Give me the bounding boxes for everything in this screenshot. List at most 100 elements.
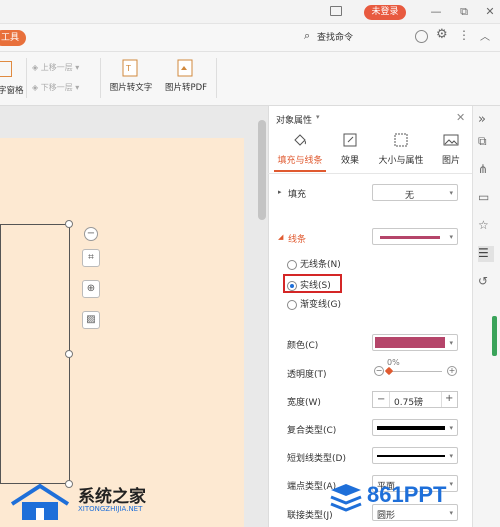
selected-image-frame[interactable] bbox=[0, 224, 70, 484]
transparency-slider[interactable] bbox=[386, 371, 442, 372]
crop-icon[interactable]: ⌗ bbox=[82, 249, 100, 267]
radio-icon bbox=[287, 259, 297, 270]
panel-close-icon[interactable]: ✕ bbox=[456, 111, 465, 124]
gear-icon[interactable]: ⚙ bbox=[436, 27, 448, 42]
width-label: 宽度(W) bbox=[287, 398, 321, 408]
minus-icon[interactable]: − bbox=[377, 394, 385, 405]
dropdown-arrow-icon: ▾ bbox=[449, 339, 453, 347]
properties-icon[interactable]: ☰ bbox=[478, 246, 494, 262]
radio-no-line[interactable]: 无线条(N) bbox=[287, 257, 341, 270]
radio-gradient-line[interactable]: 渐变线(G) bbox=[287, 297, 341, 310]
login-button[interactable]: 未登录 bbox=[364, 5, 406, 20]
history-icon[interactable]: ↺ bbox=[478, 274, 494, 290]
house-logo-icon bbox=[10, 483, 70, 520]
tab-effects[interactable]: 效果 bbox=[336, 132, 364, 166]
menu-bar: 工具 ⌕ 查找命令 ⚙ ⋮ ︿ bbox=[0, 24, 500, 52]
image-style-icon[interactable]: ▨ bbox=[82, 311, 100, 329]
restore-button[interactable]: ⧉ bbox=[456, 4, 472, 20]
panel-title: 对象属性 bbox=[276, 116, 313, 126]
title-bar: 未登录 — ⧉ ✕ bbox=[0, 0, 500, 24]
zoom-icon[interactable]: ⊕ bbox=[82, 280, 100, 298]
layers-logo-icon bbox=[330, 484, 362, 512]
compound-type-label: 复合类型(C) bbox=[287, 426, 337, 436]
dash-type-label: 短划线类型(D) bbox=[287, 454, 346, 464]
tab-size-and-properties[interactable]: 大小与属性 bbox=[373, 132, 429, 166]
box-icon[interactable]: ▭ bbox=[478, 190, 494, 206]
image-to-pdf-icon bbox=[177, 59, 193, 77]
width-stepper[interactable]: − 0.75磅 + bbox=[372, 391, 458, 408]
chevron-up-icon[interactable]: ︿ bbox=[480, 28, 490, 43]
color-label: 颜色(C) bbox=[287, 341, 319, 351]
compound-preview bbox=[377, 426, 445, 430]
tab-tools[interactable]: 工具 bbox=[0, 30, 26, 46]
copy-icon[interactable]: ⧉ bbox=[478, 134, 494, 150]
resize-handle-top-right[interactable] bbox=[65, 220, 73, 228]
tab-fill-and-line[interactable]: 填充与线条 bbox=[274, 132, 326, 166]
dropdown-arrow-icon: ▾ bbox=[449, 424, 453, 432]
picture-icon bbox=[443, 134, 459, 146]
layer-down-icon: ◈ bbox=[32, 83, 41, 92]
paint-bucket-icon bbox=[294, 134, 306, 146]
toolbar-divider bbox=[100, 58, 101, 98]
fill-label[interactable]: 填充 bbox=[288, 187, 306, 200]
share-icon[interactable]: ⋔ bbox=[478, 162, 494, 178]
toolbar-divider bbox=[216, 58, 217, 98]
line-style-select[interactable]: ▾ bbox=[372, 228, 458, 245]
dropdown-arrow-icon: ▾ bbox=[449, 189, 453, 197]
radio-icon bbox=[287, 299, 297, 310]
watermark-861ppt: 861PPT bbox=[367, 482, 447, 507]
size-icon bbox=[394, 133, 408, 147]
watermark-logo-right: 861PPT bbox=[325, 476, 500, 516]
dropdown-arrow-icon: ▾ bbox=[449, 452, 453, 460]
image-to-text-icon: T bbox=[122, 59, 138, 77]
tab-picture[interactable]: 图片 bbox=[438, 132, 464, 166]
image-to-pdf-button[interactable]: 图片转PDF bbox=[161, 58, 211, 93]
selection-pane-icon bbox=[0, 61, 12, 77]
width-value[interactable]: 0.75磅 bbox=[394, 395, 423, 408]
selection-pane-label[interactable]: 字窗格 bbox=[0, 84, 24, 96]
color-swatch bbox=[375, 337, 445, 348]
expand-arrow-icon[interactable]: ▸ bbox=[278, 188, 282, 196]
strip-scroll-indicator[interactable] bbox=[492, 316, 497, 356]
toolbar-divider bbox=[26, 58, 27, 98]
active-tab-indicator bbox=[274, 170, 326, 172]
move-down-button[interactable]: ◈ 下移一层 ▾ bbox=[32, 81, 79, 95]
layer-up-icon: ◈ bbox=[32, 63, 41, 72]
chevron-down-icon[interactable]: ▾ bbox=[316, 113, 320, 121]
watermark-logo-left: 系统之家 XITONGZHIJIA.NET bbox=[0, 478, 180, 527]
tab-divider bbox=[268, 173, 472, 174]
star-icon[interactable]: ☆ bbox=[478, 218, 494, 234]
resize-handle-right[interactable] bbox=[65, 350, 73, 358]
ribbon-toolbar: 字窗格 ◈ 上移一层 ▾ ◈ 下移一层 ▾ T 图片转文字 图片转PDF bbox=[0, 52, 500, 106]
collapse-arrow-icon[interactable]: ◢ bbox=[278, 233, 283, 241]
collapse-icon[interactable]: − bbox=[84, 227, 98, 241]
image-to-text-button[interactable]: T 图片转文字 bbox=[106, 58, 156, 93]
chat-icon[interactable] bbox=[415, 30, 428, 43]
fill-select[interactable]: 无 ▾ bbox=[372, 184, 458, 201]
more-icon[interactable]: ⋮ bbox=[458, 28, 470, 42]
fill-value: 无 bbox=[405, 191, 415, 201]
decrease-icon[interactable]: − bbox=[374, 366, 384, 376]
highlight-box bbox=[283, 274, 342, 293]
tablet-mode-icon[interactable] bbox=[330, 6, 342, 16]
search-command[interactable]: 查找命令 bbox=[317, 30, 353, 46]
dropdown-arrow-icon: ▾ bbox=[449, 233, 453, 241]
search-icon: ⌕ bbox=[304, 29, 311, 42]
transparency-label: 透明度(T) bbox=[287, 370, 327, 380]
increase-icon[interactable]: + bbox=[447, 366, 457, 376]
vertical-scrollbar[interactable] bbox=[258, 120, 266, 220]
color-select[interactable]: ▾ bbox=[372, 334, 458, 351]
minimize-button[interactable]: — bbox=[428, 4, 444, 20]
collapse-panel-icon[interactable]: » bbox=[478, 112, 494, 128]
plus-icon[interactable]: + bbox=[445, 393, 453, 404]
compound-type-select[interactable]: ▾ bbox=[372, 419, 458, 436]
svg-text:T: T bbox=[125, 64, 131, 73]
close-button[interactable]: ✕ bbox=[482, 4, 498, 20]
line-label[interactable]: 线条 bbox=[288, 232, 306, 245]
divider bbox=[389, 392, 390, 407]
transparency-value: 0% bbox=[387, 358, 400, 367]
watermark-cn: 系统之家 bbox=[78, 487, 146, 507]
dash-type-select[interactable]: ▾ bbox=[372, 447, 458, 464]
effects-icon bbox=[343, 133, 357, 147]
move-up-button[interactable]: ◈ 上移一层 ▾ bbox=[32, 61, 79, 75]
